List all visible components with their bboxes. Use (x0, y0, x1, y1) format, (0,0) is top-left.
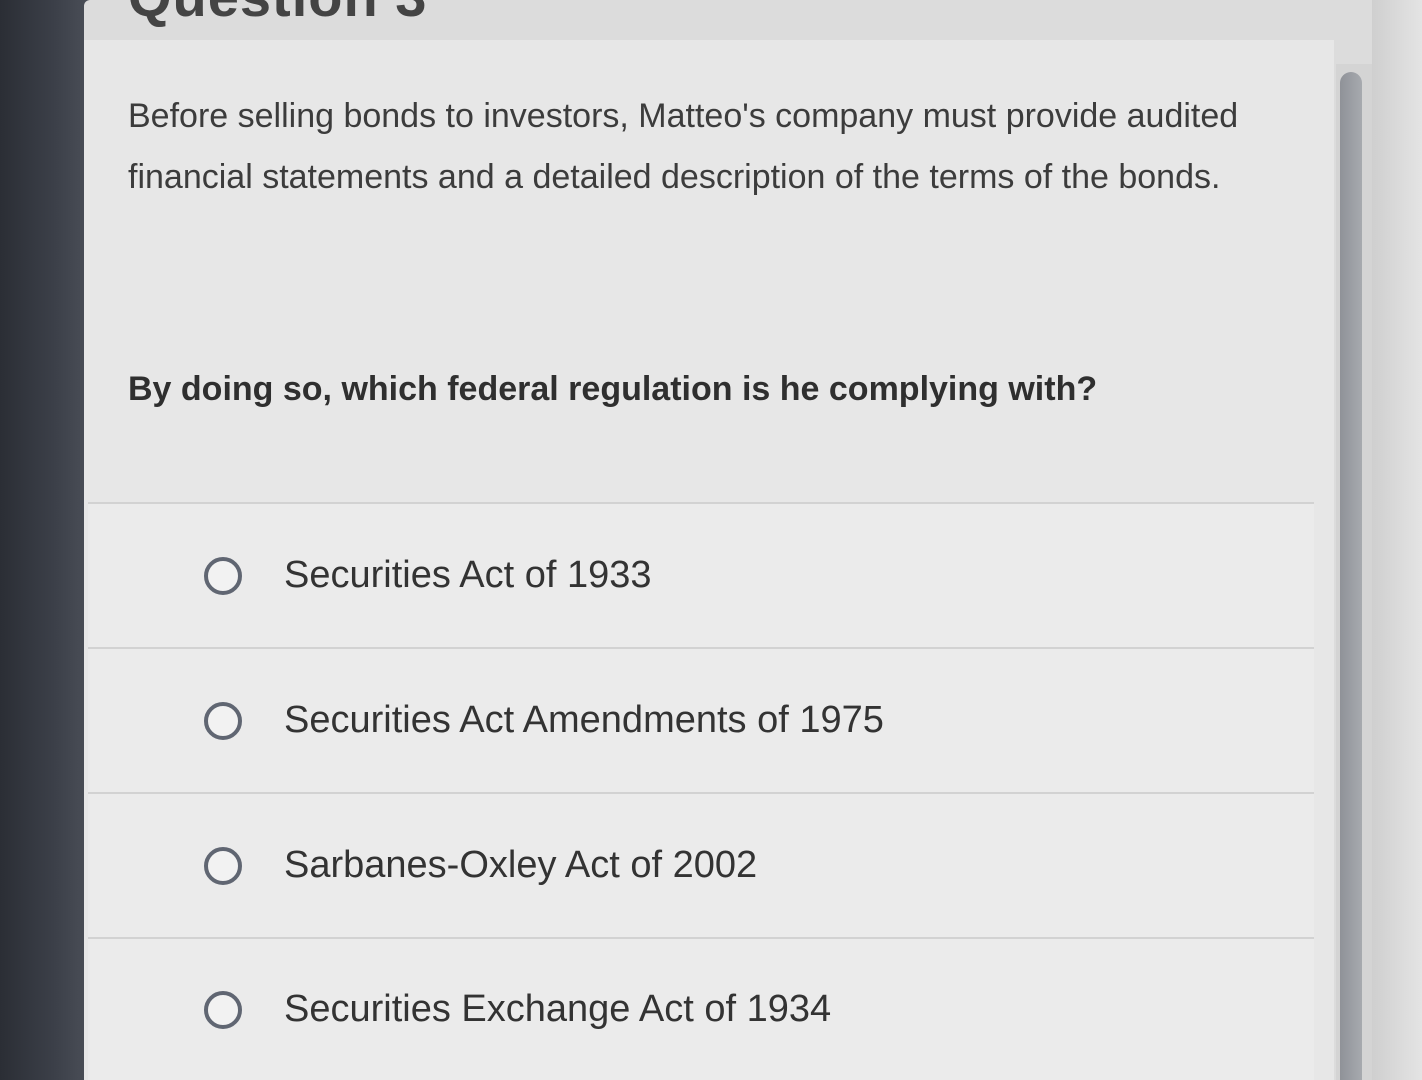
radio-button-icon[interactable] (204, 701, 242, 740)
monitor-bezel (0, 0, 88, 1080)
scrollbar-thumb[interactable] (1340, 72, 1362, 1080)
question-prompt: By doing so, which federal regulation is… (128, 370, 1098, 408)
right-margin (1372, 0, 1422, 1080)
question-panel: Before selling bonds to investors, Matte… (84, 40, 1334, 1080)
screen: Question 3 Before selling bonds to inves… (84, 0, 1422, 1080)
answer-option-label: Securities Exchange Act of 1934 (284, 988, 832, 1030)
answer-option-4[interactable]: Securities Exchange Act of 1934 (88, 937, 1314, 1080)
answer-option-2[interactable]: Securities Act Amendments of 1975 (88, 647, 1314, 792)
answer-option-label: Securities Act Amendments of 1975 (284, 699, 884, 741)
answer-option-3[interactable]: Sarbanes-Oxley Act of 2002 (88, 792, 1314, 937)
answer-option-label: Sarbanes-Oxley Act of 2002 (284, 844, 758, 886)
radio-button-icon[interactable] (204, 846, 242, 885)
answer-option-label: Securities Act of 1933 (284, 554, 652, 596)
radio-button-icon[interactable] (204, 990, 242, 1029)
question-heading: Question 3 (128, 0, 427, 29)
answer-options: Securities Act of 1933 Securities Act Am… (88, 502, 1314, 1080)
answer-option-1[interactable]: Securities Act of 1933 (88, 502, 1314, 647)
question-stem: Before selling bonds to investors, Matte… (128, 97, 1239, 196)
radio-button-icon[interactable] (204, 556, 242, 595)
